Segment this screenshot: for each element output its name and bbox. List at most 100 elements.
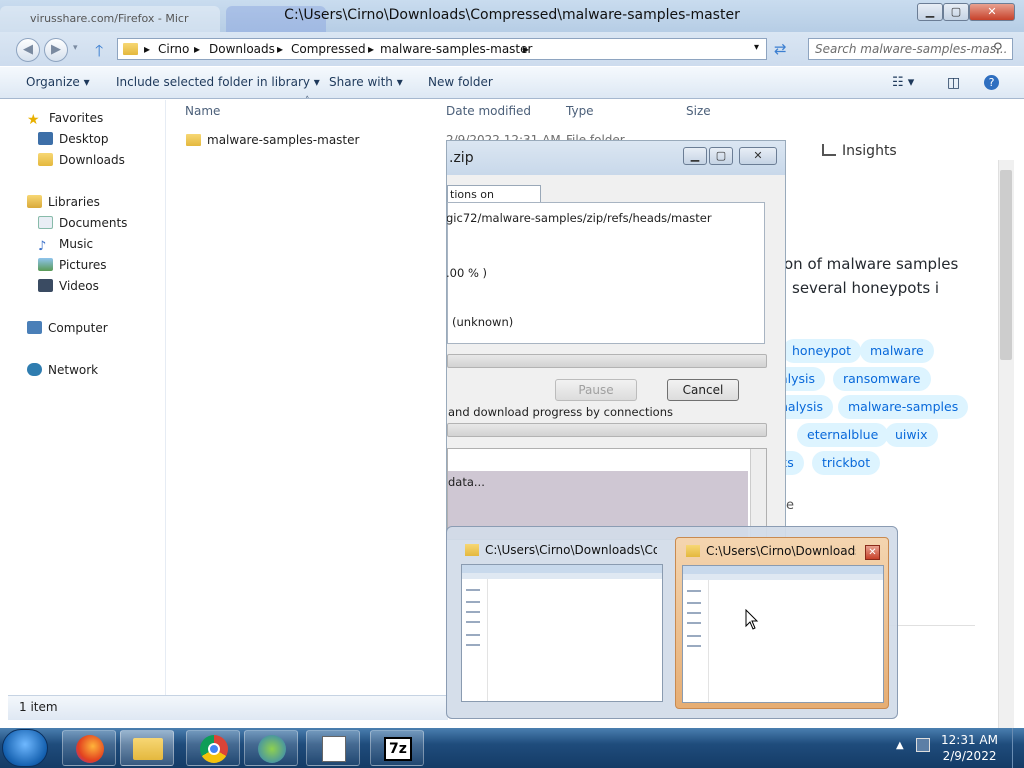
topic-tag[interactable]: malware-samples bbox=[838, 395, 969, 419]
insights-label: Insights bbox=[842, 143, 897, 159]
sidebar-item-pictures[interactable]: Pictures bbox=[38, 258, 107, 272]
7zip-taskbar-button[interactable]: 7z bbox=[370, 730, 424, 766]
page-text-fragment: e bbox=[786, 498, 794, 513]
include-in-library-button[interactable]: Include selected folder in library ▾ bbox=[116, 75, 320, 89]
thumbnail-window-1[interactable]: C:\Users\Cirno\Downloads\Co... bbox=[455, 537, 669, 709]
download-url: gic72/malware-samples/zip/refs/heads/mas… bbox=[446, 211, 712, 225]
up-arrow-icon[interactable]: 🡑 bbox=[95, 40, 103, 67]
refresh-icon[interactable]: ⇄ bbox=[774, 40, 787, 58]
item-count: 1 item bbox=[19, 700, 58, 714]
documents-icon bbox=[38, 216, 53, 229]
network-tray-icon[interactable] bbox=[916, 738, 930, 752]
pictures-icon bbox=[38, 258, 53, 271]
cancel-button[interactable]: Cancel bbox=[667, 379, 739, 401]
chrome-icon bbox=[200, 735, 228, 763]
firefox-icon bbox=[76, 735, 104, 763]
sidebar-item-documents[interactable]: Documents bbox=[38, 216, 127, 230]
explorer-taskbar-button[interactable] bbox=[120, 730, 174, 766]
sidebar-item-desktop[interactable]: Desktop bbox=[38, 132, 109, 146]
dialog-minimize-button[interactable]: ▁ bbox=[683, 147, 707, 165]
topic-tag[interactable]: ransomware bbox=[833, 367, 931, 391]
start-button[interactable] bbox=[2, 729, 48, 767]
explorer-icon bbox=[133, 738, 163, 760]
topic-tag[interactable]: trickbot bbox=[812, 451, 881, 475]
show-desktop-button[interactable] bbox=[1012, 728, 1024, 768]
thumbnail-close-button[interactable]: ✕ bbox=[865, 545, 880, 560]
insights-icon bbox=[822, 144, 836, 156]
dialog-maximize-button[interactable]: ▢ bbox=[709, 147, 733, 165]
browser-scroll-thumb[interactable] bbox=[1000, 170, 1012, 360]
thumbnail-window-2[interactable]: C:\Users\Cirno\Downloads\... ✕ bbox=[675, 537, 889, 709]
sidebar-item-network[interactable]: Network bbox=[27, 363, 98, 377]
topic-tag[interactable]: eternalblue bbox=[797, 423, 889, 447]
videos-icon bbox=[38, 279, 53, 292]
download-info-panel: gic72/malware-samples/zip/refs/heads/mas… bbox=[447, 202, 765, 344]
column-name[interactable]: Name bbox=[185, 104, 220, 118]
folder-icon bbox=[123, 43, 138, 55]
download-percent: .00 % ) bbox=[446, 266, 488, 280]
share-with-button[interactable]: Share with ▾ bbox=[329, 75, 403, 89]
sidebar-item-favorites[interactable]: ★ Favorites bbox=[27, 111, 103, 128]
search-icon[interactable]: ⚲ bbox=[993, 41, 1003, 56]
folder-icon bbox=[465, 544, 479, 556]
thumbnail-title: C:\Users\Cirno\Downloads\Co... bbox=[485, 543, 657, 557]
idm-taskbar-button[interactable] bbox=[244, 730, 298, 766]
pause-button[interactable]: Pause bbox=[555, 379, 637, 401]
desc-line-2: several honeypots i bbox=[792, 279, 940, 297]
dialog-close-button[interactable]: ✕ bbox=[739, 147, 777, 165]
column-type[interactable]: Type bbox=[566, 104, 594, 118]
help-icon[interactable]: ? bbox=[984, 75, 999, 90]
thumbnail-image bbox=[682, 565, 884, 703]
window-titlebar[interactable]: virusshare.com/Firefox - Micr C:\Users\C… bbox=[0, 0, 1024, 32]
computer-icon bbox=[27, 321, 42, 334]
firefox-taskbar-button[interactable] bbox=[62, 730, 116, 766]
insights-tab[interactable]: Insights bbox=[822, 143, 897, 159]
maximize-button[interactable]: ▢ bbox=[943, 3, 969, 21]
back-button[interactable]: ◀ bbox=[16, 38, 40, 62]
breadcrumb-cirno[interactable]: Cirno bbox=[158, 42, 189, 56]
file-row[interactable]: malware-samples-master bbox=[186, 133, 359, 147]
dialog-titlebar[interactable]: .zip ▁ ▢ ✕ bbox=[447, 141, 785, 175]
connections-label: and download progress by connections bbox=[448, 405, 673, 419]
chrome-taskbar-button[interactable] bbox=[186, 730, 240, 766]
search-input[interactable]: Search malware-samples-mas... ⚲ bbox=[808, 38, 1013, 60]
sidebar-item-computer[interactable]: Computer bbox=[27, 321, 108, 335]
close-button[interactable]: ✕ bbox=[969, 3, 1015, 21]
task-list-taskbar-button[interactable] bbox=[306, 730, 360, 766]
topic-tag[interactable]: honeypot bbox=[782, 339, 862, 363]
forward-button[interactable]: ▶ bbox=[44, 38, 68, 62]
system-clock[interactable]: 12:31 AM 2/9/2022 bbox=[941, 732, 998, 764]
sidebar-item-music[interactable]: ♪ Music bbox=[38, 237, 93, 254]
topic-tag[interactable]: malware bbox=[860, 339, 934, 363]
command-bar: Organize ▾ Include selected folder in li… bbox=[0, 67, 1024, 99]
taskbar-thumbnail-preview: C:\Users\Cirno\Downloads\Co... C:\Users\… bbox=[446, 526, 898, 719]
desktop-icon bbox=[38, 132, 53, 145]
time-remaining: (unknown) bbox=[452, 315, 514, 329]
tab-options-on-completion[interactable]: tions on completion bbox=[447, 185, 541, 218]
topic-tag[interactable]: uiwix bbox=[885, 423, 938, 447]
preview-pane-icon[interactable]: ◫ bbox=[947, 75, 960, 91]
breadcrumb-current[interactable]: malware-samples-master bbox=[380, 42, 532, 56]
thumbnail-image bbox=[461, 564, 663, 702]
recent-pages-dropdown[interactable]: ▾ bbox=[73, 43, 78, 53]
new-folder-button[interactable]: New folder bbox=[428, 75, 493, 89]
address-dropdown[interactable]: ▾ bbox=[754, 42, 759, 53]
checklist-icon bbox=[322, 736, 346, 762]
minimize-button[interactable]: ▁ bbox=[917, 3, 943, 21]
address-bar[interactable]: ▸ Cirno ▸ Downloads ▸ Compressed ▸ malwa… bbox=[117, 38, 767, 60]
show-hidden-icons-button[interactable]: ▲ bbox=[896, 740, 904, 751]
window-title: C:\Users\Cirno\Downloads\Compressed\malw… bbox=[284, 7, 740, 23]
sidebar-item-libraries[interactable]: Libraries bbox=[27, 195, 100, 209]
connections-progress-bar bbox=[447, 423, 767, 437]
sort-arrow-icon: ˄ bbox=[305, 96, 310, 106]
view-options-icon[interactable]: ☷ ▾ bbox=[892, 75, 914, 90]
sidebar-item-videos[interactable]: Videos bbox=[38, 279, 99, 293]
breadcrumb-downloads[interactable]: Downloads bbox=[209, 42, 275, 56]
sidebar-item-downloads[interactable]: Downloads bbox=[38, 153, 125, 167]
organize-button[interactable]: Organize ▾ bbox=[26, 75, 90, 89]
column-size[interactable]: Size bbox=[686, 104, 711, 118]
taskbar: 7z ▲ 12:31 AM 2/9/2022 bbox=[0, 728, 1024, 768]
column-date-modified[interactable]: Date modified bbox=[446, 104, 531, 118]
status-bar: 1 item bbox=[8, 695, 448, 720]
breadcrumb-compressed[interactable]: Compressed bbox=[291, 42, 366, 56]
